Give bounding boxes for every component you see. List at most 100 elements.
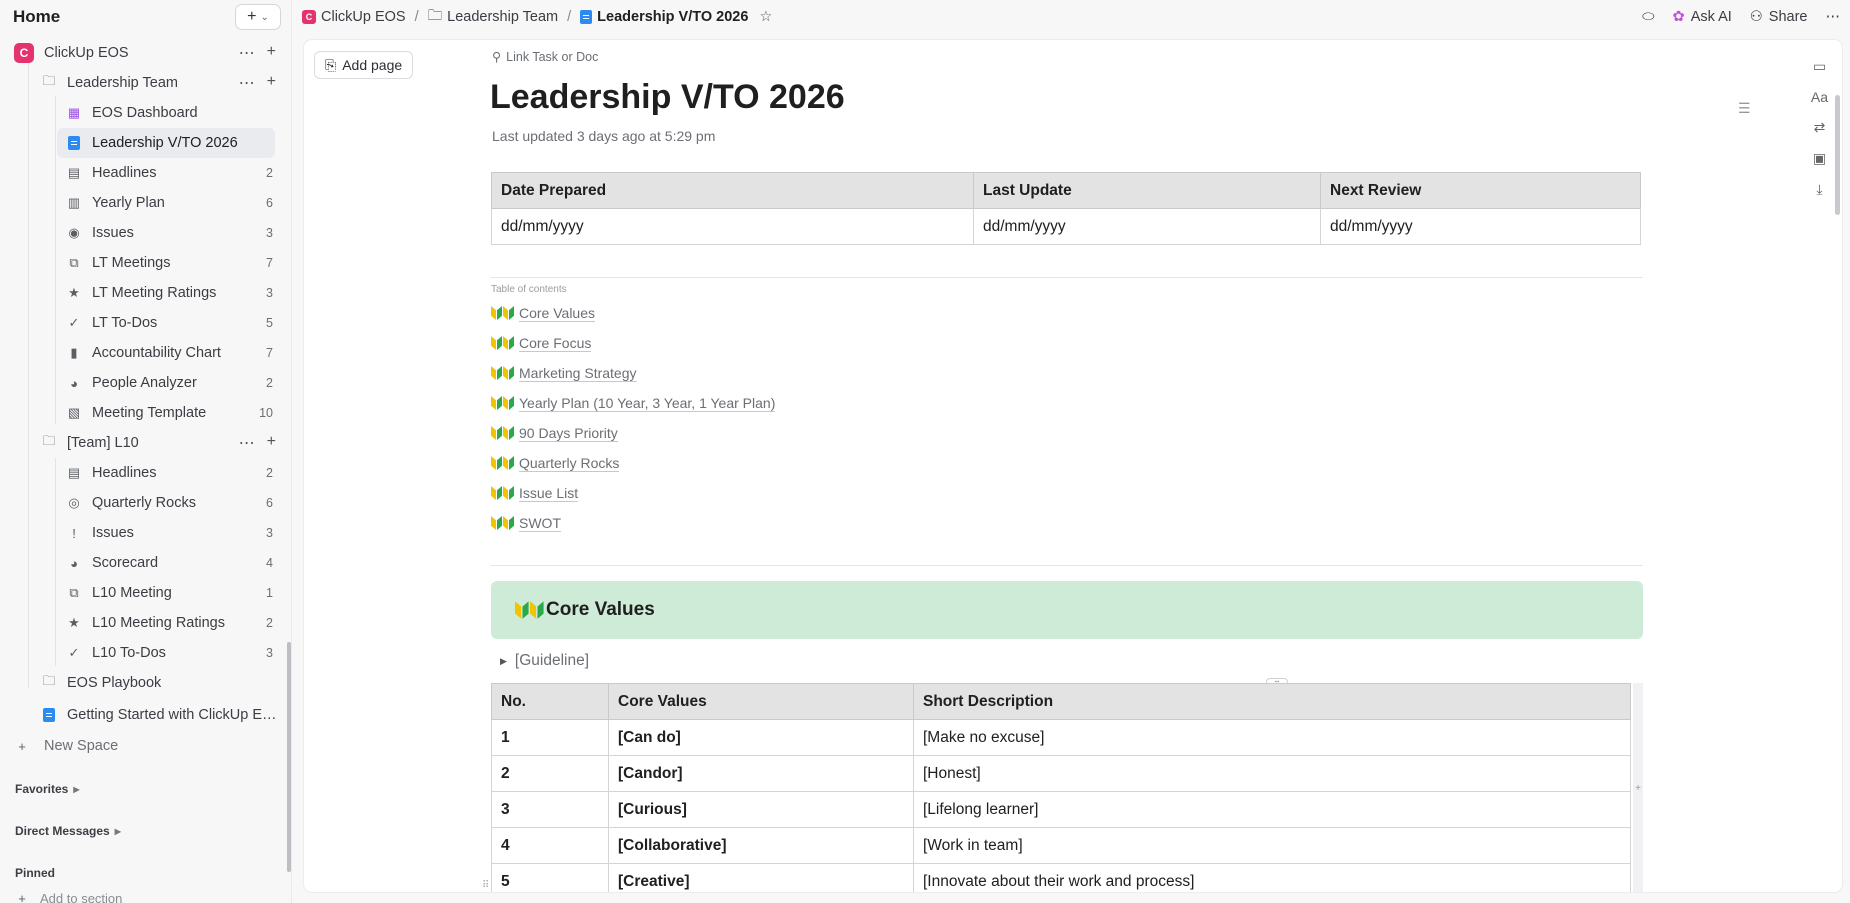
table-cell[interactable]: [Innovate about their work and process] (913, 863, 1631, 892)
table-cell[interactable]: dd/mm/yyyy (1320, 208, 1641, 245)
create-new-button[interactable]: + ⌄ (235, 4, 281, 30)
more-icon[interactable]: ⋯ (239, 433, 255, 453)
sidebar-item-l10-todos[interactable]: ✓ L10 To-Dos 3 (57, 638, 275, 668)
more-icon[interactable]: ⋯ (239, 73, 255, 93)
table-cell[interactable]: [Candor] (608, 755, 914, 792)
topbar-actions: ⬭ ✿ Ask AI ⚇ Share ⋯ (1642, 9, 1840, 25)
outline-icon[interactable]: ☰ (1738, 100, 1751, 117)
add-page-button[interactable]: ⎘ Add page (314, 51, 414, 79)
sidebar-item-lt-meetings[interactable]: ⧉ LT Meetings 7 (57, 248, 275, 278)
sidebar-space-clickup-eos[interactable]: C ClickUp EOS ⋯ + (0, 38, 284, 68)
toc-link-yearly-plan[interactable]: Yearly Plan (10 Year, 3 Year, 1 Year Pla… (491, 388, 776, 418)
table-header[interactable]: Core Values (608, 683, 914, 720)
link-task-button[interactable]: ⚲ Link Task or Doc (492, 49, 598, 65)
page-title[interactable]: Leadership V/TO 2026 (490, 78, 845, 117)
sidebar-folder-team-l10[interactable]: 🗀 [Team] L10 ⋯ + (0, 428, 284, 458)
sidebar-item-issues[interactable]: ◉ Issues 3 (57, 218, 275, 248)
toc-link-swot[interactable]: SWOT (491, 508, 775, 538)
toc-link-core-values[interactable]: Core Values (491, 298, 775, 328)
pinned-section[interactable]: Pinned (0, 859, 284, 887)
table-row: 4 [Collaborative] [Work in team] (491, 827, 1631, 864)
sync-icon[interactable]: ⇄ (1814, 119, 1826, 136)
comment-icon[interactable]: ▭ (1813, 58, 1826, 75)
table-cell[interactable]: [Make no excuse] (913, 719, 1631, 756)
layout-icon[interactable]: ▣ (1813, 150, 1826, 167)
core-values-callout[interactable]: Core Values (491, 581, 1643, 639)
ask-ai-button[interactable]: ✿ Ask AI (1673, 9, 1732, 25)
new-space-button[interactable]: + New Space (0, 731, 284, 761)
breadcrumb-doc[interactable]: Leadership V/TO 2026 (597, 9, 748, 25)
plus-icon[interactable]: + (267, 43, 276, 63)
breadcrumb-space[interactable]: ClickUp EOS (321, 9, 406, 25)
table-header[interactable]: Last Update (973, 172, 1321, 209)
table-cell[interactable]: [Collaborative] (608, 827, 914, 864)
sidebar-item-l10-headlines[interactable]: ▤ Headlines 2 (57, 458, 275, 488)
core-values-table: No. Core Values Short Description 1 [Can… (491, 683, 1631, 892)
toc-link-marketing-strategy[interactable]: Marketing Strategy (491, 358, 775, 388)
guideline-toggle[interactable]: ▶ [Guideline] (500, 652, 589, 670)
table-header[interactable]: No. (491, 683, 609, 720)
sidebar-item-l10-meeting[interactable]: ⧉ L10 Meeting 1 (57, 578, 275, 608)
sidebar-item-quarterly-rocks[interactable]: ◎ Quarterly Rocks 6 (57, 488, 275, 518)
sidebar-item-headlines[interactable]: ▤ Headlines 2 (57, 158, 275, 188)
more-icon[interactable]: ⋯ (239, 43, 255, 63)
sidebar-item-scorecard[interactable]: ◕ Scorecard 4 (57, 548, 275, 578)
sidebar-item-l10-meeting-ratings[interactable]: ★ L10 Meeting Ratings 2 (57, 608, 275, 638)
table-header[interactable]: Date Prepared (491, 172, 974, 209)
sidebar-item-yearly-plan[interactable]: ▥ Yearly Plan 6 (57, 188, 275, 218)
plus-icon[interactable]: + (267, 433, 276, 453)
table-cell[interactable]: dd/mm/yyyy (491, 208, 974, 245)
sidebar-item-eos-dashboard[interactable]: ▦ EOS Dashboard (57, 98, 275, 128)
sidebar-item-l10-issues[interactable]: ! Issues 3 (57, 518, 275, 548)
divider (491, 277, 1643, 278)
add-column-button[interactable]: + (1633, 683, 1643, 892)
toc-link-core-focus[interactable]: Core Focus (491, 328, 775, 358)
table-cell[interactable]: [Honest] (913, 755, 1631, 792)
table-cell[interactable]: [Curious] (608, 791, 914, 828)
table-header[interactable]: Short Description (913, 683, 1631, 720)
sidebar-item-meeting-template[interactable]: ▧ Meeting Template 10 (57, 398, 275, 428)
table-cell[interactable]: [Creative] (608, 863, 914, 892)
sidebar-header: Home + ⌄ (0, 0, 291, 34)
more-icon[interactable]: ⋯ (1826, 9, 1841, 25)
table-cell[interactable]: dd/mm/yyyy (973, 208, 1321, 245)
direct-messages-section[interactable]: Direct Messages ▶ (0, 817, 284, 845)
font-icon[interactable]: Aa (1811, 89, 1828, 105)
breadcrumb-separator: / (567, 9, 572, 25)
table-cell[interactable]: 2 (491, 755, 609, 792)
sidebar-item-leadership-vto[interactable]: Leadership V/TO 2026 (57, 128, 275, 158)
sidebar-item-lt-todos[interactable]: ✓ LT To-Dos 5 (57, 308, 275, 338)
sidebar-item-people-analyzer[interactable]: ◕ People Analyzer 2 (57, 368, 275, 398)
table-cell[interactable]: 5 (491, 863, 609, 892)
row-drag-handle[interactable]: ⠿ (482, 880, 489, 891)
sidebar-title[interactable]: Home (13, 7, 235, 27)
table-header[interactable]: Next Review (1320, 172, 1641, 209)
breadcrumb-folder[interactable]: Leadership Team (447, 9, 558, 25)
star-outline-icon[interactable]: ☆ (759, 9, 772, 25)
toc-link-quarterly-rocks[interactable]: Quarterly Rocks (491, 448, 775, 478)
download-icon[interactable]: ⤓ (1816, 181, 1822, 198)
toc-link-issue-list[interactable]: Issue List (491, 478, 775, 508)
table-cell[interactable]: [Lifelong learner] (913, 791, 1631, 828)
add-to-section-button[interactable]: + Add to section (0, 887, 284, 903)
plus-icon[interactable]: + (267, 73, 276, 93)
table-cell[interactable]: 3 (491, 791, 609, 828)
favorites-section[interactable]: Favorites ▶ (0, 775, 284, 803)
sidebar-folder-leadership-team[interactable]: 🗀 Leadership Team ⋯ + (0, 68, 284, 98)
table-cell[interactable]: 4 (491, 827, 609, 864)
tag-icon[interactable]: ⬭ (1642, 9, 1654, 25)
share-button[interactable]: ⚇ Share (1750, 9, 1808, 25)
doc-scrollbar[interactable] (1835, 95, 1840, 215)
sidebar-item-lt-meeting-ratings[interactable]: ★ LT Meeting Ratings 3 (57, 278, 275, 308)
sidebar-scrollbar[interactable] (287, 642, 291, 872)
sidebar-item-accountability-chart[interactable]: ▮ Accountability Chart 7 (57, 338, 275, 368)
sidebar-item-getting-started[interactable]: Getting Started with ClickUp EO... (0, 698, 284, 731)
table-cell[interactable]: [Can do] (608, 719, 914, 756)
divider (491, 565, 1643, 566)
doc-icon (41, 707, 57, 723)
table-cell[interactable]: [Work in team] (913, 827, 1631, 864)
sidebar-folder-eos-playbook[interactable]: 🗀 EOS Playbook (0, 668, 284, 698)
pie-icon: ◕ (70, 555, 78, 571)
toc-link-90-days-priority[interactable]: 90 Days Priority (491, 418, 775, 448)
table-cell[interactable]: 1 (491, 719, 609, 756)
